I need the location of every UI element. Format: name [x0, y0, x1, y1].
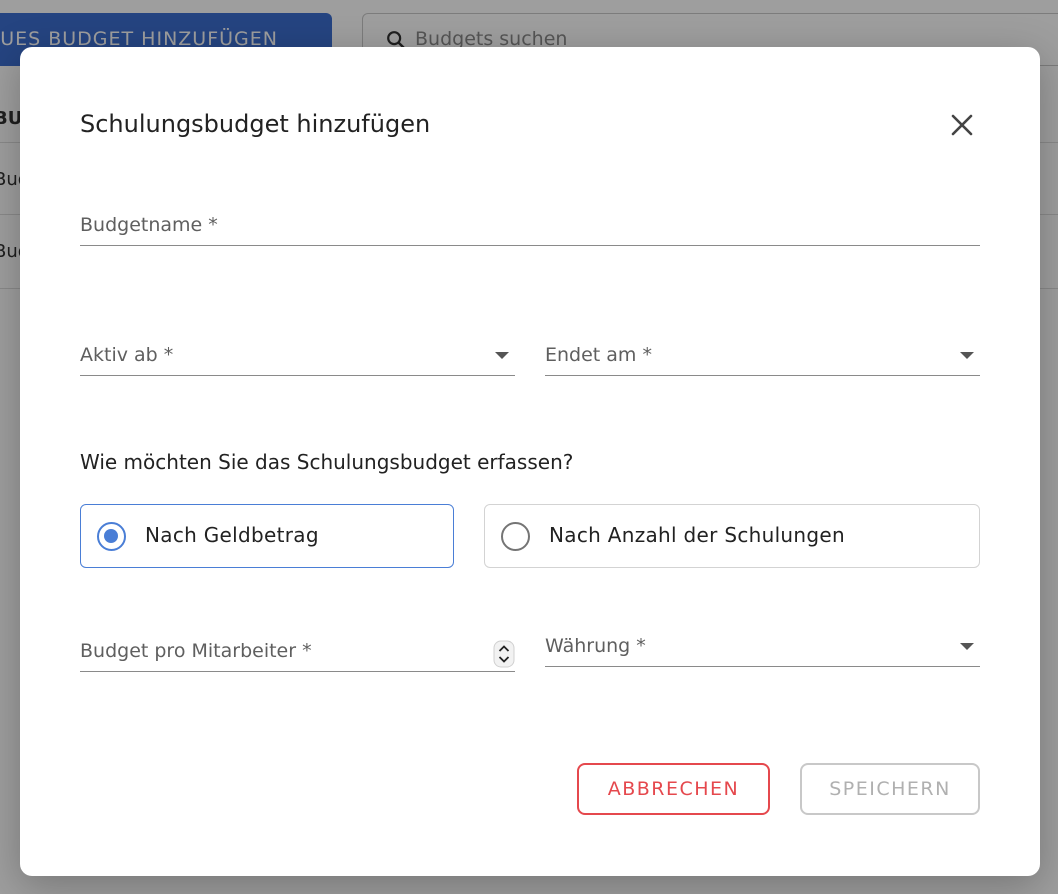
- budget-name-field[interactable]: Budgetname *: [80, 206, 980, 246]
- budget-per-employee-label: Budget pro Mitarbeiter *: [80, 640, 312, 662]
- dialog-title: Schulungsbudget hinzufügen: [80, 110, 431, 138]
- dropdown-arrow-icon: [960, 352, 974, 359]
- currency-label: Währung *: [545, 635, 646, 657]
- radio-unselected-icon[interactable]: [501, 522, 530, 551]
- cancel-button[interactable]: ABBRECHEN: [577, 763, 770, 815]
- active-from-select[interactable]: Aktiv ab *: [80, 336, 515, 376]
- ends-on-label: Endet am *: [545, 344, 652, 366]
- dropdown-arrow-icon: [960, 643, 974, 650]
- currency-select[interactable]: Währung *: [545, 627, 980, 667]
- capture-method-question: Wie möchten Sie das Schulungsbudget erfa…: [80, 450, 574, 474]
- option-by-amount-label: Nach Geldbetrag: [145, 523, 319, 547]
- option-by-amount[interactable]: Nach Geldbetrag: [80, 504, 454, 568]
- number-stepper-icon[interactable]: [493, 640, 515, 668]
- active-from-label: Aktiv ab *: [80, 344, 174, 366]
- budget-name-label: Budgetname *: [80, 214, 218, 236]
- save-button[interactable]: SPEICHERN: [800, 763, 980, 815]
- close-icon: [951, 114, 973, 136]
- option-by-training-count-label: Nach Anzahl der Schulungen: [549, 523, 845, 547]
- budget-per-employee-input[interactable]: Budget pro Mitarbeiter *: [80, 632, 515, 672]
- add-budget-dialog: Schulungsbudget hinzufügen Budgetname * …: [20, 47, 1040, 876]
- close-button[interactable]: [946, 109, 978, 141]
- radio-selected-icon[interactable]: [97, 522, 126, 551]
- option-by-training-count[interactable]: Nach Anzahl der Schulungen: [484, 504, 980, 568]
- dropdown-arrow-icon: [495, 352, 509, 359]
- ends-on-select[interactable]: Endet am *: [545, 336, 980, 376]
